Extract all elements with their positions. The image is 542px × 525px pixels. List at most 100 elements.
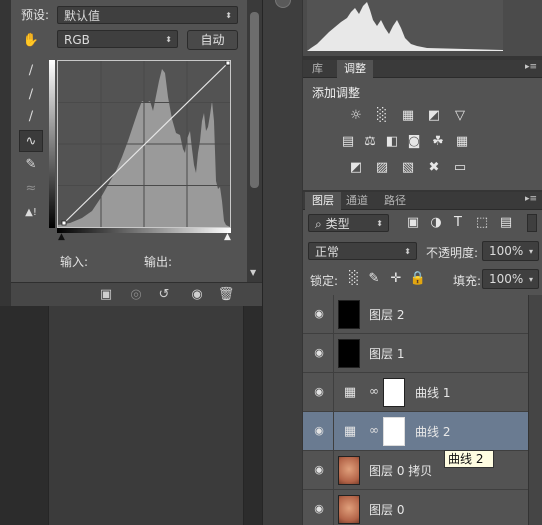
lock-label: 锁定: — [310, 274, 339, 288]
tab-layers[interactable]: 图层 — [305, 192, 341, 210]
layers-scrollbar[interactable] — [528, 295, 542, 525]
eye-icon[interactable]: ◉ — [311, 503, 327, 515]
color-balance-icon[interactable]: ⚖ — [361, 133, 379, 151]
curves-icon[interactable]: ▦ — [399, 107, 417, 125]
tab-library[interactable]: 库 — [305, 60, 330, 78]
layer-visibility-cell[interactable]: ◉ — [303, 412, 334, 451]
layer-name[interactable]: 曲线 2 — [415, 423, 450, 440]
panel-dock-strip — [262, 0, 302, 525]
search-icon: ⌕ — [315, 217, 322, 231]
curve-point-black[interactable] — [61, 220, 67, 226]
layer-name[interactable]: 图层 2 — [369, 306, 404, 323]
layer-row[interactable]: ◉ 图层 2 — [303, 295, 528, 334]
layer-mask-thumbnail[interactable] — [383, 417, 405, 446]
layer-visibility-cell[interactable]: ◉ — [303, 490, 334, 525]
mask-link-icon[interactable]: ∞ — [369, 384, 379, 398]
preset-value: 默认值 — [64, 9, 101, 23]
channel-mixer-icon[interactable]: ☘ — [429, 133, 447, 151]
mask-link-icon[interactable]: ∞ — [369, 423, 379, 437]
toggle-visibility-icon[interactable]: ◉ — [186, 286, 208, 304]
fill-input[interactable]: 100% ▾ — [482, 269, 539, 289]
black-slider-icon[interactable]: ▲ — [58, 232, 65, 242]
scroll-down-arrow-icon[interactable]: ▼ — [250, 268, 256, 277]
filter-kind-dropdown[interactable]: ⌕ 类型 ⬍ — [308, 214, 389, 232]
layer-thumbnail-face — [338, 456, 360, 485]
gray-point-eyedropper-icon[interactable]: ∕ — [19, 84, 43, 106]
filter-toggle-switch[interactable] — [527, 214, 537, 232]
filter-adjustment-icon[interactable]: ◑ — [427, 214, 445, 232]
pencil-draw-icon[interactable]: ✎ — [19, 154, 43, 176]
layer-row[interactable]: ◉ ▦ ∞ 曲线 1 — [303, 373, 528, 412]
filter-pixel-icon[interactable]: ▣ — [404, 214, 422, 232]
lock-all-icon[interactable]: 🔒 — [409, 270, 427, 288]
layer-mask-thumbnail[interactable] — [383, 378, 405, 407]
curve-edit-points-icon[interactable]: ∿ — [19, 130, 43, 152]
lock-position-move-icon[interactable]: ✛ — [387, 270, 405, 288]
clip-to-layer-icon[interactable]: ▣ — [95, 286, 117, 304]
eye-icon[interactable]: ◉ — [311, 464, 327, 476]
layer-row[interactable]: ◉ 图层 0 — [303, 490, 528, 525]
eye-icon[interactable]: ◉ — [311, 347, 327, 359]
curve-point-white[interactable] — [225, 60, 231, 66]
filter-shape-icon[interactable]: ⬚ — [473, 214, 491, 232]
layer-visibility-cell[interactable]: ◉ — [303, 373, 334, 412]
layer-name[interactable]: 图层 0 拷贝 — [369, 462, 432, 479]
layer-visibility-cell[interactable]: ◉ — [303, 295, 334, 334]
levels-icon[interactable]: ░ — [373, 107, 391, 125]
tab-channels[interactable]: 通道 — [339, 192, 375, 210]
layer-row[interactable]: ◉ 图层 1 — [303, 334, 528, 373]
black-white-icon[interactable]: ◧ — [383, 133, 401, 151]
target-adjust-hand-icon[interactable]: ✋ — [19, 30, 43, 52]
lock-image-brush-icon[interactable]: ✎ — [365, 270, 383, 288]
black-point-eyedropper-icon[interactable]: ∕ — [19, 60, 43, 82]
layer-row-selected[interactable]: ◉ ▦ ∞ 曲线 2 — [303, 412, 528, 451]
dropdown-arrows-icon: ⬍ — [404, 247, 411, 256]
opacity-label: 不透明度: — [426, 246, 479, 260]
properties-scrollbar[interactable]: ▼ — [247, 0, 262, 282]
lock-transparent-icon[interactable]: ░ — [345, 270, 363, 288]
auto-button[interactable]: 自动 — [187, 30, 238, 50]
threshold-icon[interactable]: ▧ — [399, 159, 417, 177]
filter-smart-object-icon[interactable]: ▤ — [497, 214, 515, 232]
blend-mode-dropdown[interactable]: 正常 ⬍ — [308, 242, 417, 260]
preset-dropdown[interactable]: 默认值 ⬍ — [57, 6, 238, 24]
brightness-contrast-icon[interactable]: ☼ — [347, 107, 365, 125]
gradient-map-icon[interactable]: ▭ — [451, 159, 469, 177]
layer-name[interactable]: 曲线 1 — [415, 384, 450, 401]
view-previous-state-icon[interactable]: ◎ — [125, 286, 147, 304]
eye-icon[interactable]: ◉ — [311, 425, 327, 437]
layer-row[interactable]: ◉ 图层 0 拷贝 — [303, 451, 528, 490]
invert-icon[interactable]: ◩ — [347, 159, 365, 177]
eye-icon[interactable]: ◉ — [311, 308, 327, 320]
photo-filter-icon[interactable]: ◙ — [405, 133, 423, 151]
panel-menu-icon[interactable]: ▸≡ — [525, 62, 537, 72]
color-lookup-icon[interactable]: ▦ — [453, 133, 471, 151]
posterize-icon[interactable]: ▨ — [373, 159, 391, 177]
reset-icon[interactable]: ↺ — [153, 286, 175, 304]
selective-color-icon[interactable]: ✖ — [425, 159, 443, 177]
dock-button[interactable] — [275, 0, 291, 8]
white-slider-icon[interactable]: ▲ — [224, 232, 231, 242]
panel-menu-icon[interactable]: ▸≡ — [525, 194, 537, 204]
layer-name[interactable]: 图层 0 — [369, 501, 404, 518]
histogram-graph — [307, 2, 503, 51]
filter-type-icon[interactable]: T — [449, 214, 467, 232]
tab-adjustments[interactable]: 调整 — [337, 60, 373, 78]
layer-visibility-cell[interactable]: ◉ — [303, 334, 334, 373]
smooth-curve-icon[interactable]: ≈ — [19, 178, 43, 200]
vibrance-icon[interactable]: ▽ — [451, 107, 469, 125]
exposure-icon[interactable]: ◩ — [425, 107, 443, 125]
curves-adjustment-icon: ▦ — [343, 424, 357, 439]
tab-paths[interactable]: 路径 — [377, 192, 413, 210]
eye-icon[interactable]: ◉ — [311, 386, 327, 398]
white-point-eyedropper-icon[interactable]: ∕ — [19, 106, 43, 128]
scroll-thumb[interactable] — [250, 12, 259, 188]
clipping-warning-icon[interactable]: ▲! — [19, 202, 43, 224]
opacity-input[interactable]: 100% ▾ — [482, 241, 539, 261]
curves-graph[interactable] — [57, 60, 231, 228]
layer-visibility-cell[interactable]: ◉ — [303, 451, 334, 490]
hue-saturation-icon[interactable]: ▤ — [339, 133, 357, 151]
layer-name[interactable]: 图层 1 — [369, 345, 404, 362]
delete-icon[interactable]: 🗑 — [215, 286, 237, 304]
channel-dropdown[interactable]: RGB ⬍ — [57, 30, 178, 48]
